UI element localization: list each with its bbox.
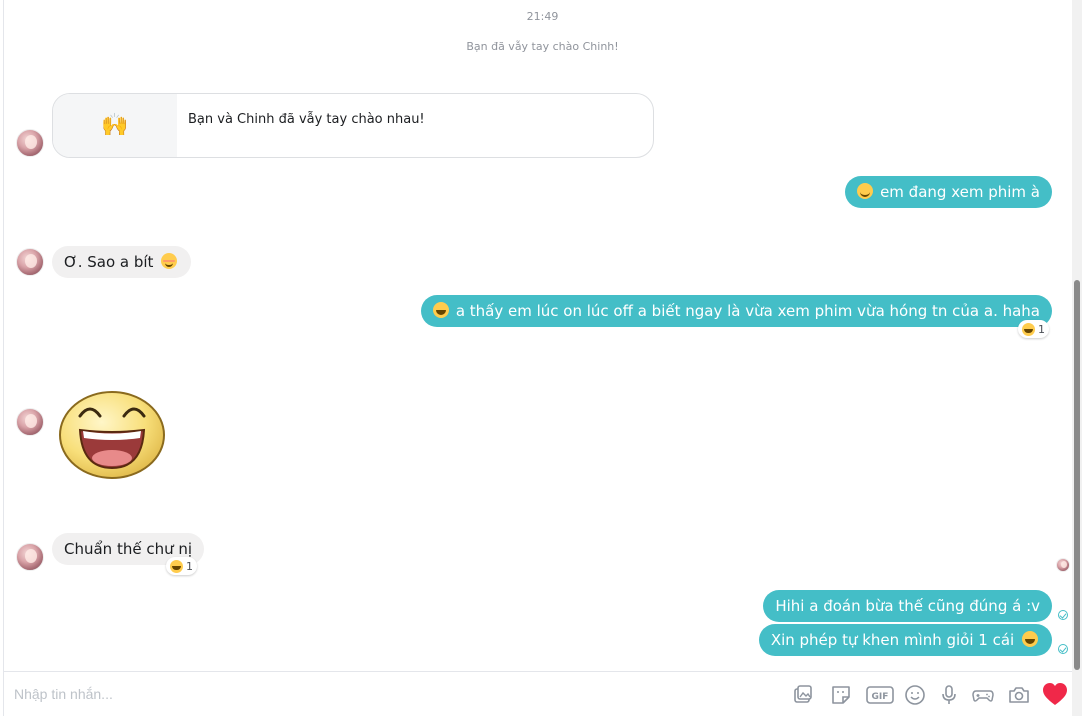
chat-thread: 21:49 Bạn đã vẫy tay chào Chinh! 🙌 Bạn v… <box>0 0 1085 716</box>
raised-hands-icon: 🙌 <box>53 94 177 157</box>
message-text: Hihi a đoán bừa thế cũng đúng á :v <box>775 597 1040 615</box>
emoji-icon[interactable] <box>904 684 926 706</box>
outgoing-message[interactable]: Hihi a đoán bừa thế cũng đúng á :v <box>763 590 1052 622</box>
outgoing-message[interactable]: Xin phép tự khen mình giỏi 1 cái <box>758 624 1052 656</box>
message-composer: GIF <box>4 671 1072 716</box>
sticker-icon[interactable] <box>830 684 852 706</box>
message-text: Ơ. Sao a bít <box>64 253 154 271</box>
game-controller-icon[interactable] <box>972 684 994 706</box>
blush-emoji-icon <box>161 253 178 269</box>
laughing-face-sticker[interactable] <box>58 386 166 480</box>
seen-check-icon <box>1058 644 1068 654</box>
message-text: em đang xem phim à <box>880 183 1040 201</box>
contact-avatar[interactable] <box>16 129 44 157</box>
outgoing-message[interactable]: em đang xem phim à <box>845 176 1052 208</box>
message-text: Xin phép tự khen mình giỏi 1 cái <box>770 631 1015 649</box>
incoming-message[interactable]: Ơ. Sao a bít <box>52 246 192 278</box>
grin-emoji-icon <box>1022 322 1035 336</box>
smile-emoji-icon <box>857 183 874 199</box>
seen-check-icon <box>1058 610 1068 620</box>
grin-emoji-icon <box>433 302 450 318</box>
message-timestamp: 21:49 <box>526 10 559 23</box>
outgoing-message[interactable]: a thấy em lúc on lúc off a biết ngay là … <box>421 295 1052 327</box>
message-text: a thấy em lúc on lúc off a biết ngay là … <box>455 302 1040 320</box>
contact-avatar[interactable] <box>16 248 44 276</box>
message-text: Chuẩn thế chư nị <box>64 540 193 558</box>
heart-icon[interactable] <box>1042 682 1068 708</box>
grin-emoji-icon <box>1022 631 1038 647</box>
read-receipt-avatar <box>1056 558 1070 572</box>
message-reaction[interactable]: 1 <box>166 557 197 575</box>
scrollbar[interactable] <box>1072 0 1082 716</box>
camera-icon[interactable] <box>1008 684 1030 706</box>
reaction-count: 1 <box>1038 322 1045 336</box>
grin-emoji-icon <box>170 559 183 573</box>
microphone-icon[interactable] <box>938 684 960 706</box>
system-message: Bạn đã vẫy tay chào Chinh! <box>466 40 619 53</box>
reaction-count: 1 <box>186 559 193 573</box>
contact-avatar[interactable] <box>16 543 44 571</box>
gif-icon[interactable]: GIF <box>866 684 894 706</box>
svg-text:GIF: GIF <box>872 692 889 702</box>
wave-card-text: Bạn và Chinh đã vẫy tay chào nhau! <box>188 112 425 127</box>
divider <box>3 0 4 716</box>
message-reaction[interactable]: 1 <box>1018 320 1049 338</box>
message-input[interactable] <box>14 684 714 704</box>
scrollbar-thumb[interactable] <box>1074 280 1080 670</box>
wave-card: 🙌 Bạn và Chinh đã vẫy tay chào nhau! <box>52 93 654 158</box>
image-icon[interactable] <box>792 684 814 706</box>
contact-avatar[interactable] <box>16 408 44 436</box>
